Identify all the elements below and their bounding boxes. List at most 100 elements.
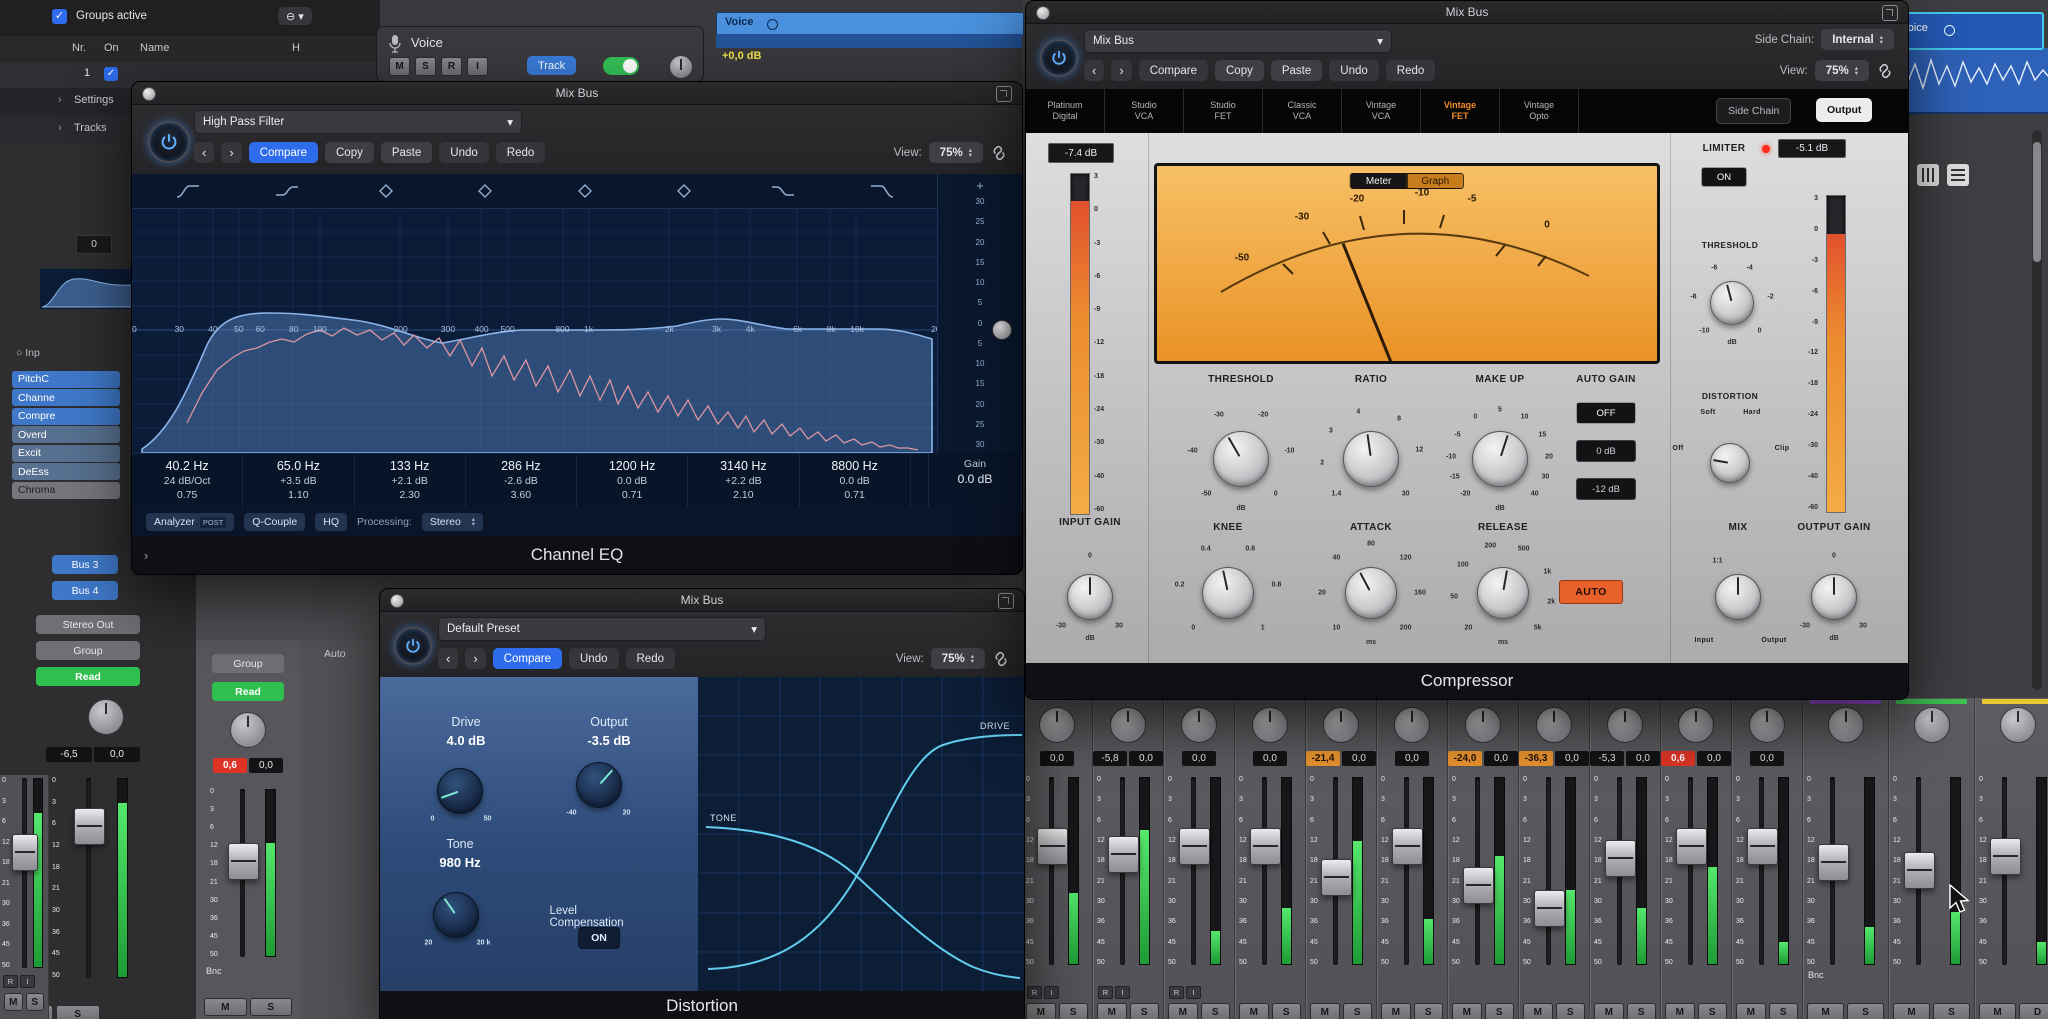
q-couple-button[interactable]: Q-Couple (244, 513, 305, 531)
pan-knob[interactable] (1828, 707, 1864, 743)
view-mode-button-2[interactable] (1947, 164, 1969, 186)
paste-button[interactable]: Paste (1271, 60, 1322, 81)
limiter-on-button[interactable]: ON (1701, 167, 1747, 187)
groups-menu-button[interactable]: ⊖ ▾ (278, 7, 312, 25)
release-knob[interactable]: ms 20501002005001k2k5k (1451, 541, 1555, 645)
plugin-power-button[interactable] (394, 627, 432, 665)
mute-button[interactable]: M (204, 998, 247, 1016)
volume-readout[interactable]: 0,0 (1253, 751, 1287, 766)
peak-readout[interactable]: 0,0 (94, 747, 140, 762)
pan-knob[interactable] (1607, 707, 1643, 743)
mute-button[interactable]: M (1168, 1003, 1198, 1019)
plugin-slot[interactable]: Chroma (12, 482, 120, 499)
record-enable-button[interactable]: R (441, 57, 462, 76)
channel-fader[interactable]: 03612182130364550 (1306, 774, 1376, 968)
eq-master-gain-knob[interactable] (992, 320, 1012, 340)
model-tab[interactable]: StudioFET (1184, 89, 1263, 133)
output-gain-knob[interactable]: dB 0-3030 (1790, 553, 1878, 641)
volume-readout[interactable]: 0,6 (213, 758, 247, 773)
scrollbar[interactable] (2032, 130, 2042, 690)
groups-checkbox[interactable]: ✓ (52, 9, 67, 24)
side-chain-dropdown[interactable]: Internal▴▾ (1821, 29, 1894, 50)
output-selector[interactable]: Stereo Out (36, 615, 140, 634)
redo-button[interactable]: Redo (1386, 60, 1436, 81)
mute-button[interactable]: M (1097, 1003, 1127, 1019)
expand-icon[interactable] (1882, 5, 1898, 21)
voice-region-body[interactable] (716, 34, 1022, 48)
channel-fader[interactable]: 03612182130364550 (1519, 774, 1589, 968)
distortion-amount-knob[interactable] (1692, 425, 1768, 501)
mute-button[interactable]: M (1239, 1003, 1269, 1019)
volume-readout[interactable]: 0,0 (1395, 751, 1429, 766)
distortion-window[interactable]: Mix Bus Default Preset ▾ ‹ › Compare Und… (379, 588, 1025, 1019)
eq-band[interactable]: 3140 Hz +2.2 dB 2.10 (688, 454, 799, 509)
level-compensation-button[interactable]: ON (578, 927, 620, 949)
input-monitor-button[interactable]: I (20, 975, 35, 988)
close-icon[interactable] (390, 594, 404, 608)
pan-knob[interactable] (1039, 707, 1075, 743)
right-clip-box[interactable]: Voice (1894, 12, 2044, 50)
record-button[interactable]: R (1027, 986, 1042, 999)
mixer-channel-strip[interactable]: 0,0 03612182130364550 R I M S (1377, 698, 1448, 1019)
mute-button[interactable]: M (1807, 1003, 1844, 1019)
eq-band[interactable]: 133 Hz +2.1 dB 2.30 (355, 454, 466, 509)
channel-fader[interactable]: 03612182130364550 (1590, 774, 1660, 968)
scrollbar-handle[interactable] (2033, 142, 2041, 262)
peak-readout[interactable]: 0,0 (249, 758, 283, 773)
undo-button[interactable]: Undo (439, 142, 489, 163)
makeup-knob[interactable]: dB -20-15-10-5051015203040 (1448, 407, 1552, 511)
fader-cap[interactable] (12, 834, 38, 871)
record-button[interactable]: R (1098, 986, 1113, 999)
mixer-channel-strip[interactable]: -24,0 0,0 03612182130364550 R I M S (1448, 698, 1519, 1019)
fader-cap[interactable] (1605, 840, 1636, 877)
channel-fader[interactable]: 03612182130364550 (1732, 774, 1802, 968)
volume-readout[interactable]: -21,4 (1306, 751, 1340, 766)
auto-gain-minus12-button[interactable]: -12 dB (1576, 478, 1636, 500)
pan-knob[interactable] (1110, 707, 1146, 743)
eq-band[interactable]: 40.2 Hz 24 dB/Oct 0.75 (132, 454, 243, 509)
fader-cap[interactable] (1179, 828, 1210, 865)
fader-cap[interactable] (1747, 828, 1778, 865)
band-5-bell-icon[interactable] (572, 183, 598, 199)
fader-cap[interactable] (1321, 859, 1352, 896)
fader-cap[interactable] (1108, 836, 1139, 873)
track-on-checkbox[interactable]: ✓ (104, 67, 118, 81)
solo-button[interactable]: S (250, 998, 293, 1016)
view-zoom-dropdown[interactable]: 75%▴▾ (929, 142, 983, 163)
close-icon[interactable] (1036, 6, 1050, 20)
link-icon[interactable] (1876, 62, 1894, 80)
solo-button[interactable]: S (1933, 1003, 1970, 1019)
copy-button[interactable]: Copy (1215, 60, 1264, 81)
eq-band[interactable]: 8800 Hz 0.0 dB 0.71 (800, 454, 911, 509)
mixer-channel-strip[interactable]: 03612182130364550 Bnc R I M S (1803, 698, 1889, 1019)
solo-button[interactable]: S (1201, 1003, 1231, 1019)
mute-button[interactable]: M (1523, 1003, 1553, 1019)
fader-cap[interactable] (1037, 828, 1068, 865)
fader-cap[interactable] (1534, 890, 1565, 927)
hq-button[interactable]: HQ (315, 513, 347, 531)
plugin-slot[interactable]: Channe (12, 389, 120, 406)
mixer-channel-strip[interactable]: -36,3 0,0 03612182130364550 R I M S (1519, 698, 1590, 1019)
automation-read-button[interactable]: Read (36, 667, 140, 686)
volume-readout[interactable]: 0,0 (1040, 751, 1074, 766)
fader-cap[interactable] (74, 808, 105, 845)
input-monitor-button[interactable]: I (1186, 986, 1201, 999)
tone-value[interactable]: 980 Hz (439, 855, 480, 870)
mixer-channel-strip[interactable]: 0,0 03612182130364550 R I M S (1235, 698, 1306, 1019)
pan-knob[interactable] (1394, 707, 1430, 743)
pan-knob[interactable] (2000, 707, 2036, 743)
link-icon[interactable] (990, 144, 1008, 162)
tone-knob[interactable]: 2020 k (414, 873, 498, 957)
input-gain-knob[interactable]: dB 0-3030 (1046, 553, 1134, 641)
solo-button[interactable]: S (415, 57, 436, 76)
fader-track[interactable] (1191, 777, 1196, 965)
record-button[interactable]: R (1169, 986, 1184, 999)
solo-button[interactable]: S (1698, 1003, 1728, 1019)
preset-dropdown[interactable]: High Pass Filter ▾ (194, 110, 522, 134)
eq-master-gain[interactable]: Gain 0.0 dB (928, 453, 1022, 508)
fader-track[interactable] (1688, 777, 1693, 965)
solo-button[interactable]: S (1059, 1003, 1089, 1019)
fader-cap[interactable] (1676, 828, 1707, 865)
eq-band[interactable]: 1200 Hz 0.0 dB 0.71 (577, 454, 688, 509)
compare-button[interactable]: Compare (493, 648, 562, 669)
